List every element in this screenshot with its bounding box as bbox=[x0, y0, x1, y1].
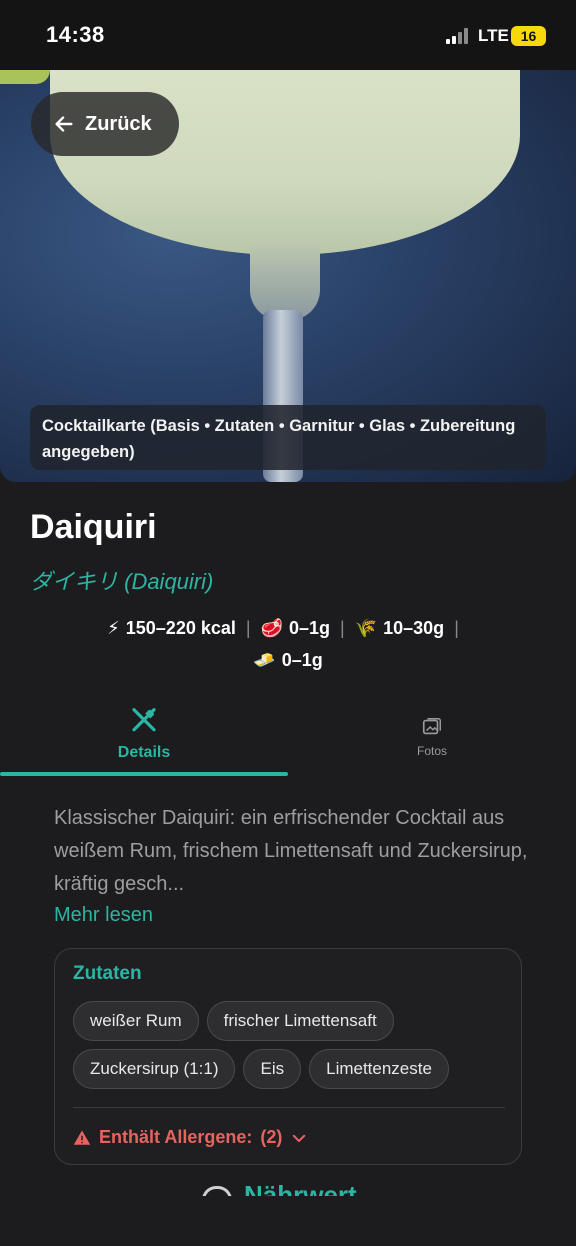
status-time: 14:38 bbox=[46, 22, 105, 47]
tab-fotos[interactable]: Fotos bbox=[288, 706, 576, 778]
utensils-icon bbox=[132, 708, 156, 732]
tab-fotos-label: Fotos bbox=[416, 744, 447, 758]
nutrition-section-title: Nährwert bbox=[244, 1182, 357, 1196]
calories-value: 150–220 kcal bbox=[125, 618, 236, 638]
ingredients-card: Zutaten weißer Rum frischer Limettensaft… bbox=[54, 948, 522, 1165]
grain-icon: 🌾 bbox=[354, 618, 378, 638]
read-more-link[interactable]: Mehr lesen bbox=[54, 904, 153, 927]
protein-item: 🥩 0–1g bbox=[261, 618, 330, 638]
calories-item: ⚡ 150–220 kcal bbox=[107, 618, 236, 638]
allergen-label: Enthält Allergene: bbox=[99, 1127, 253, 1147]
card-divider bbox=[73, 1107, 505, 1108]
battery-icon: 16 bbox=[511, 26, 546, 46]
allergen-count: (2) bbox=[260, 1127, 283, 1147]
nutrition-icon bbox=[202, 1186, 232, 1196]
fat-item: 🧈 0–1g bbox=[253, 650, 322, 670]
nutrition-summary: ⚡ 150–220 kcal | 🥩 0–1g | 🌾 10–30g | 🧈 0–1g bbox=[107, 618, 459, 670]
warning-icon bbox=[73, 1130, 91, 1145]
arrow-left-icon bbox=[55, 116, 73, 132]
ingredients-title: Zutaten bbox=[73, 963, 142, 984]
tab-bar: Details Fotos bbox=[0, 706, 576, 778]
ingredient-chip: frischer Limettensaft bbox=[206, 1001, 394, 1041]
protein-value: 0–1g bbox=[288, 618, 331, 638]
tab-details[interactable]: Details bbox=[0, 706, 288, 778]
meat-icon: 🥩 bbox=[260, 618, 283, 638]
nutrition-section-header: Nährwert bbox=[200, 1182, 380, 1196]
lightning-icon: ⚡ bbox=[107, 618, 120, 638]
tab-details-label: Details bbox=[117, 744, 171, 761]
fat-value: 0–1g bbox=[281, 650, 323, 670]
back-button[interactable]: Zurück bbox=[31, 92, 179, 156]
drink-description: Klassischer Daiquiri: ein erfrischender … bbox=[54, 807, 528, 895]
status-bar: 14:38 LTE 16 bbox=[0, 0, 576, 70]
chevron-down-icon bbox=[293, 1134, 306, 1142]
page-title: Daiquiri bbox=[30, 508, 157, 546]
back-button-label: Zurück bbox=[85, 112, 152, 135]
photo-gallery-icon bbox=[422, 718, 441, 735]
active-tab-indicator bbox=[0, 772, 288, 776]
allergen-toggle[interactable]: Enthält Allergene: (2) bbox=[73, 1127, 308, 1148]
carbs-value: 10–30g bbox=[383, 618, 445, 638]
ingredient-chip: Limettenzeste bbox=[309, 1049, 449, 1089]
butter-icon: 🧈 bbox=[253, 650, 276, 670]
ingredient-chip-list: weißer Rum frischer Limettensaft Zuckers… bbox=[73, 1001, 513, 1089]
ingredient-chip: weißer Rum bbox=[73, 1001, 199, 1041]
ingredient-chip: Zuckersirup (1:1) bbox=[73, 1049, 236, 1089]
lime-garnish bbox=[0, 70, 50, 84]
image-caption: Cocktailkarte (Basis • Zutaten • Garnitu… bbox=[30, 405, 546, 470]
carbs-item: 🌾 10–30g bbox=[355, 618, 444, 638]
network-label: LTE bbox=[478, 26, 509, 45]
cocktail-glass-neck bbox=[250, 240, 320, 320]
ingredient-chip: Eis bbox=[243, 1049, 302, 1089]
drink-subtitle: ダイキリ (Daiquiri) bbox=[30, 569, 214, 594]
signal-strength-icon bbox=[446, 28, 468, 44]
